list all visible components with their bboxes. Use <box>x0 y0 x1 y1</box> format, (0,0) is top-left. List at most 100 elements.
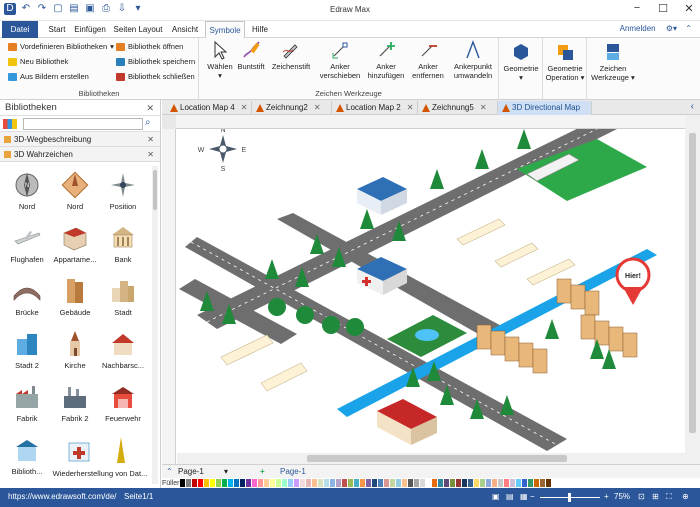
shape-position[interactable]: Position <box>98 166 148 219</box>
color-swatch[interactable] <box>498 479 503 487</box>
new-library-button[interactable]: Neu Bibliothek <box>8 57 68 66</box>
color-swatch[interactable] <box>408 479 413 487</box>
close-panel-icon[interactable]: ✕ <box>146 100 154 116</box>
color-swatch[interactable] <box>228 479 233 487</box>
library-menu-icon[interactable] <box>3 119 17 129</box>
close-icon[interactable]: ✕ <box>682 2 696 15</box>
color-swatch[interactable] <box>348 479 353 487</box>
color-swatch[interactable] <box>300 479 305 487</box>
zoom-settings-icon[interactable]: ⊕ <box>682 492 689 501</box>
page-tab[interactable]: Page-1 <box>280 467 306 476</box>
close-tab-icon[interactable]: ✕ <box>407 103 414 112</box>
shape-north-arrow[interactable]: Nord <box>50 166 100 219</box>
color-swatch[interactable] <box>288 479 293 487</box>
shape-hospital[interactable]: Wiederherstellung von Dat... <box>50 431 150 485</box>
zoom-level[interactable]: 75% <box>614 492 630 501</box>
color-swatch[interactable] <box>318 479 323 487</box>
color-swatch[interactable] <box>522 479 527 487</box>
color-swatch[interactable] <box>456 479 461 487</box>
shape-fire-station[interactable]: Feuerwehr <box>98 378 148 431</box>
move-anchor-button[interactable]: Anker verschieben <box>319 40 361 80</box>
view-fit-icon[interactable]: ▤ <box>506 492 514 501</box>
category-3d-directions[interactable]: 3D-Wegbeschreibung ✕ <box>0 132 160 147</box>
color-swatch[interactable] <box>306 479 311 487</box>
color-swatch[interactable] <box>222 479 227 487</box>
color-swatch[interactable] <box>510 479 515 487</box>
shape-city[interactable]: Stadt <box>98 272 148 325</box>
color-swatch[interactable] <box>198 479 203 487</box>
remove-anchor-button[interactable]: Anker entfernen <box>409 40 447 80</box>
page-up-icon[interactable]: ⌃ <box>166 467 173 476</box>
drawing-canvas[interactable]: N S W E Hier! <box>177 129 685 453</box>
geometry-button[interactable]: Geometrie ▾ <box>501 42 541 82</box>
color-swatch[interactable] <box>534 479 539 487</box>
convert-anchor-button[interactable]: Ankerpunkt umwandeln <box>449 40 497 80</box>
color-swatch[interactable] <box>426 479 431 487</box>
color-swatch[interactable] <box>372 479 377 487</box>
tab-help[interactable]: Hilfe <box>248 21 272 38</box>
close-tab-icon[interactable]: ✕ <box>241 103 248 112</box>
color-swatch[interactable] <box>444 479 449 487</box>
tab-start[interactable]: Start <box>44 21 70 38</box>
predefined-libraries-button[interactable]: Vordefinieren Bibliotheken ▾ <box>8 42 114 51</box>
color-swatch[interactable] <box>330 479 335 487</box>
zoom-slider-handle[interactable] <box>568 493 571 502</box>
color-swatch[interactable] <box>396 479 401 487</box>
create-from-images-button[interactable]: Aus Bildern erstellen <box>8 72 89 81</box>
doc-tab-location-map-4[interactable]: Location Map 4 ✕ <box>166 101 252 115</box>
color-swatch[interactable] <box>216 479 221 487</box>
crayon-tool-button[interactable]: Buntstift <box>235 40 267 71</box>
tab-view[interactable]: Ansicht <box>168 21 202 38</box>
color-swatch[interactable] <box>432 479 437 487</box>
color-swatch[interactable] <box>492 479 497 487</box>
shape-bank[interactable]: Bank <box>98 219 148 272</box>
maximize-icon[interactable]: ☐ <box>656 2 670 15</box>
tab-insert[interactable]: Einfügen <box>72 21 108 38</box>
fit-page-icon[interactable]: ⊡ <box>638 492 645 501</box>
login-link[interactable]: Anmelden <box>620 24 656 33</box>
color-swatch[interactable] <box>312 479 317 487</box>
shape-apartment[interactable]: Appartame... <box>50 219 100 272</box>
tabs-scroll-left-icon[interactable]: ‹ <box>691 101 694 112</box>
tab-symbols[interactable]: Symbole <box>205 21 245 38</box>
color-swatch[interactable] <box>504 479 509 487</box>
doc-tab-location-map-2[interactable]: Location Map 2 ✕ <box>332 101 418 115</box>
tab-page-layout[interactable]: Seiten Layout <box>112 21 164 38</box>
color-swatch[interactable] <box>378 479 383 487</box>
shape-city-2[interactable]: Stadt 2 <box>2 325 52 378</box>
color-swatch[interactable] <box>354 479 359 487</box>
library-search-input[interactable] <box>23 118 143 130</box>
add-anchor-button[interactable]: Anker hinzufügen <box>365 40 407 80</box>
color-swatch[interactable] <box>474 479 479 487</box>
website-link[interactable]: https://www.edrawsoft.com/de/ <box>8 492 117 501</box>
minimize-icon[interactable]: − <box>630 2 644 15</box>
view-full-icon[interactable]: ▦ <box>520 492 528 501</box>
zoom-in-icon[interactable]: + <box>604 492 609 501</box>
shape-library[interactable]: Biblioth... <box>2 431 52 485</box>
pen-tool-button[interactable]: Zeichenstift <box>269 40 313 71</box>
doc-tab-zeichnung2[interactable]: Zeichnung2 ✕ <box>252 101 332 115</box>
color-swatch[interactable] <box>342 479 347 487</box>
select-tool-button[interactable]: Wählen ▾ <box>205 40 235 80</box>
color-swatch[interactable] <box>276 479 281 487</box>
tab-file[interactable]: Datei <box>2 21 38 38</box>
color-swatch[interactable] <box>294 479 299 487</box>
open-library-button[interactable]: Bibliothek öffnen <box>116 42 183 51</box>
doc-tab-3d-directional-map[interactable]: 3D Directional Map <box>498 101 592 115</box>
color-swatch[interactable] <box>240 479 245 487</box>
color-swatch[interactable] <box>360 479 365 487</box>
shape-factory[interactable]: Fabrik <box>2 378 52 431</box>
full-screen-icon[interactable]: ⛶ <box>666 492 672 502</box>
color-swatch[interactable] <box>486 479 491 487</box>
close-library-button[interactable]: Bibliothek schließen <box>116 72 195 81</box>
color-swatch[interactable] <box>204 479 209 487</box>
color-swatch[interactable] <box>270 479 275 487</box>
color-swatch[interactable] <box>186 479 191 487</box>
close-category-icon[interactable]: ✕ <box>147 132 154 147</box>
color-swatch[interactable] <box>234 479 239 487</box>
color-swatch[interactable] <box>438 479 443 487</box>
settings-icon[interactable]: ⚙▾ <box>666 24 677 33</box>
save-library-button[interactable]: Bibliothek speichern <box>116 57 195 66</box>
shape-airport[interactable]: Flughafen <box>2 219 52 272</box>
collapse-ribbon-icon[interactable]: ⌃ <box>685 24 692 33</box>
